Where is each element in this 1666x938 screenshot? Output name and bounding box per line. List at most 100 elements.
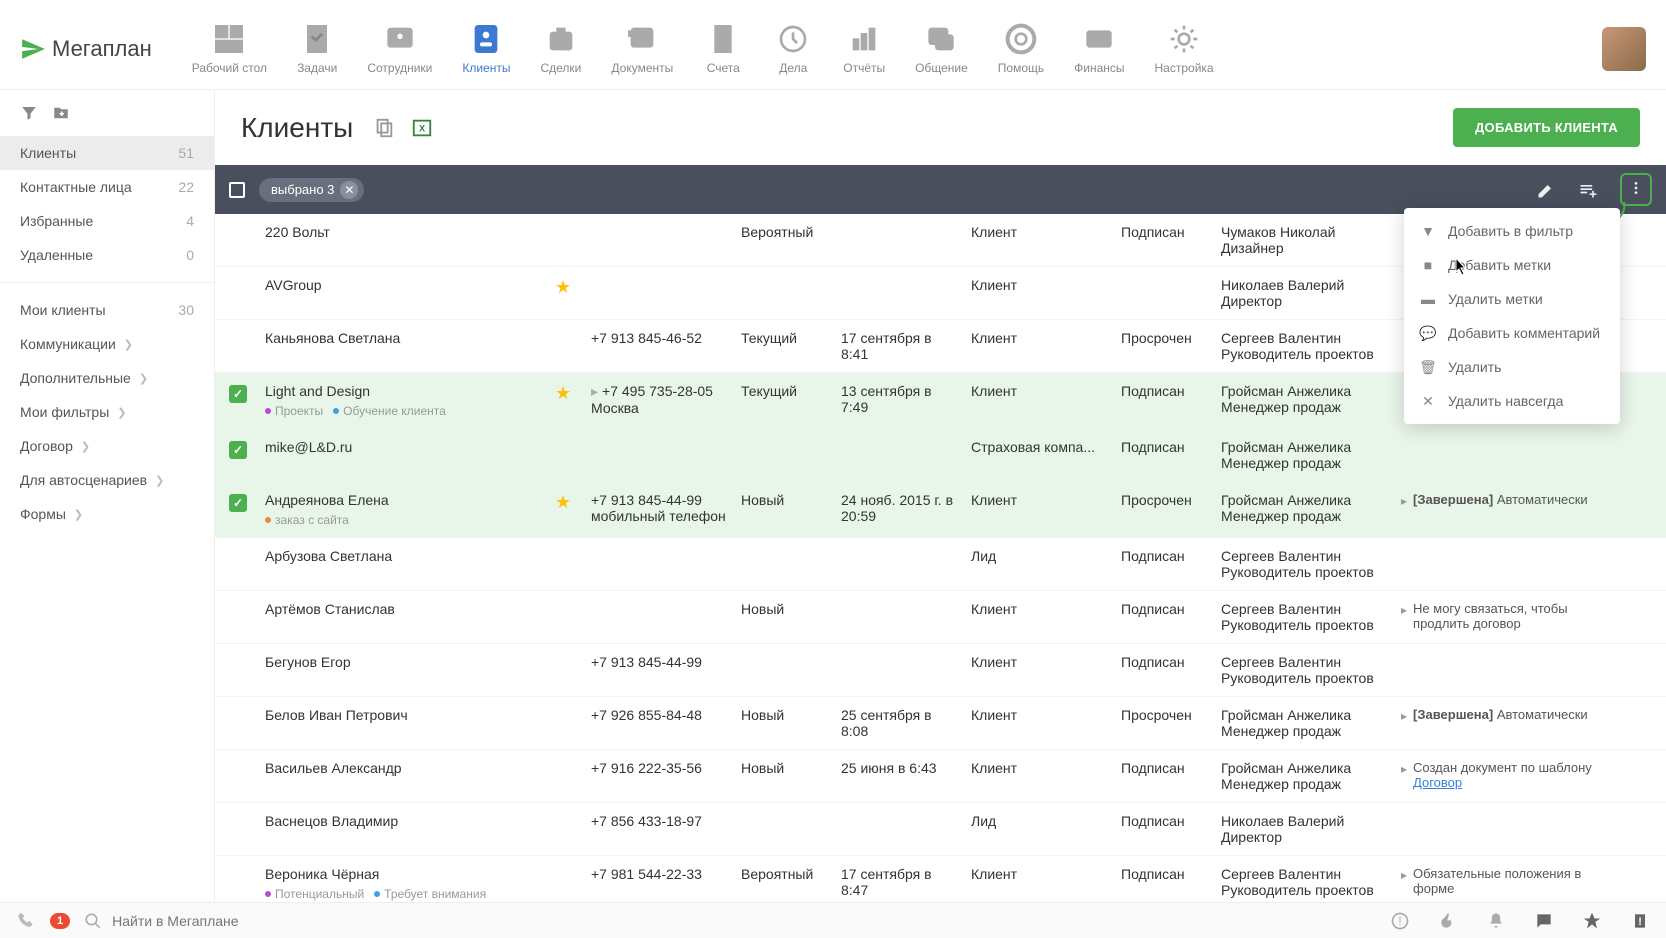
- nav-Клиенты[interactable]: Клиенты: [462, 22, 510, 75]
- client-name: Артёмов Станислав: [265, 601, 543, 617]
- more-actions-button[interactable]: [1620, 173, 1652, 206]
- sidebar-group-Формы[interactable]: Формы❯: [0, 497, 214, 531]
- sidebar-group-Коммуникации[interactable]: Коммуникации❯: [0, 327, 214, 361]
- dropdown-untag[interactable]: ▬Удалить метки: [1404, 282, 1620, 316]
- nav-Помощь[interactable]: Помощь: [998, 22, 1044, 75]
- logo[interactable]: Мегаплан: [20, 36, 152, 62]
- dropdown-tag[interactable]: ■Добавить метки: [1404, 248, 1620, 282]
- manager: Сергеев Валентин: [1221, 601, 1389, 617]
- table-row[interactable]: Артёмов СтаниславНовыйКлиентПодписанСерг…: [215, 591, 1666, 644]
- status: Вероятный: [735, 864, 835, 884]
- dropdown-x[interactable]: ✕Удалить навсегда: [1404, 384, 1620, 418]
- bell-icon[interactable]: [1486, 911, 1506, 931]
- tag: Требует внимания: [374, 887, 486, 901]
- nav-Счета[interactable]: Счета: [703, 22, 743, 75]
- status: [735, 546, 835, 550]
- chevron-right-icon: ▸: [1401, 762, 1407, 776]
- phone: +7 495 735-28-05: [602, 383, 713, 399]
- dropdown-comment[interactable]: 💬Добавить комментарий: [1404, 316, 1620, 350]
- chat-icon[interactable]: [1534, 911, 1554, 931]
- manager: Гройсман Анжелика: [1221, 760, 1389, 776]
- phone: +7 913 845-44-99: [591, 654, 702, 670]
- tag: заказ с сайта: [265, 513, 349, 527]
- row-checkbox[interactable]: [229, 385, 247, 403]
- row-checkbox[interactable]: [229, 441, 247, 459]
- row-checkbox[interactable]: [229, 494, 247, 512]
- sidebar-item-Клиенты[interactable]: Клиенты51: [0, 136, 214, 170]
- dropdown-filter[interactable]: ▼Добавить в фильтр: [1404, 214, 1620, 248]
- deal-status: Подписан: [1115, 381, 1215, 401]
- manager: Гройсман Анжелика: [1221, 439, 1389, 455]
- sidebar-my-clients[interactable]: Мои клиенты 30: [0, 293, 214, 327]
- client-name: Андреянова Елена: [265, 492, 543, 508]
- nav-Задачи[interactable]: Задачи: [297, 22, 337, 75]
- star-icon[interactable]: ★: [555, 277, 571, 297]
- date: [835, 599, 965, 603]
- star-icon[interactable]: ★: [555, 492, 571, 512]
- client-name: Вероника Чёрная: [265, 866, 543, 882]
- nav-Финансы[interactable]: Финансы: [1074, 22, 1124, 75]
- global-search[interactable]: [84, 912, 1362, 930]
- clear-selection-icon[interactable]: ✕: [340, 181, 358, 199]
- status: Новый: [735, 705, 835, 725]
- excel-export-icon[interactable]: X: [411, 117, 433, 139]
- nav-Документы[interactable]: Документы: [611, 22, 673, 75]
- deal-status: Подписан: [1115, 811, 1215, 831]
- search-input[interactable]: [112, 913, 412, 929]
- star-icon[interactable]: [1582, 911, 1602, 931]
- nav-icon: [921, 22, 961, 56]
- deal-status: Подписан: [1115, 222, 1215, 242]
- phone: +7 916 222-35-56: [591, 760, 702, 776]
- table-row[interactable]: Вероника Чёрная Потенциальный Требует вним…: [215, 856, 1666, 902]
- sidebar-item-Избранные[interactable]: Избранные4: [0, 204, 214, 238]
- chevron-right-icon: ❯: [139, 372, 148, 385]
- table-row[interactable]: Васнецов Владимир+7 856 433-18-97ЛидПодп…: [215, 803, 1666, 856]
- flame-icon[interactable]: [1438, 911, 1458, 931]
- deal-status: Подписан: [1115, 652, 1215, 672]
- sidebar-group-Мои фильтры[interactable]: Мои фильтры❯: [0, 395, 214, 429]
- nav-icon: [622, 22, 662, 56]
- sidebar-group-Дополнительные[interactable]: Дополнительные❯: [0, 361, 214, 395]
- expand-icon[interactable]: ▸: [591, 383, 598, 399]
- alert-icon[interactable]: !: [1630, 911, 1650, 931]
- sidebar-item-Контактные лица[interactable]: Контактные лица22: [0, 170, 214, 204]
- table-row[interactable]: Бегунов Егор+7 913 845-44-99КлиентПодпис…: [215, 644, 1666, 697]
- add-client-button[interactable]: ДОБАВИТЬ КЛИЕНТА: [1453, 108, 1640, 147]
- client-name: Белов Иван Петрович: [265, 707, 543, 723]
- search-icon: [84, 912, 102, 930]
- nav-Сотрудники[interactable]: Сотрудники: [367, 22, 432, 75]
- dropdown-trash[interactable]: 🗑Удалить: [1404, 350, 1620, 384]
- nav-Сделки[interactable]: Сделки: [540, 22, 581, 75]
- date: [835, 546, 965, 550]
- client-name: Light and Design: [265, 383, 543, 399]
- filter-icon[interactable]: [20, 104, 38, 122]
- nav-Дела[interactable]: Дела: [773, 22, 813, 75]
- user-avatar[interactable]: [1602, 27, 1646, 71]
- star-icon[interactable]: ★: [555, 383, 571, 403]
- table-row[interactable]: Андреянова Еленазаказ с сайта★+7 913 845…: [215, 482, 1666, 538]
- edit-icon[interactable]: [1536, 180, 1556, 200]
- sidebar-item-Удаленные[interactable]: Удаленные0: [0, 238, 214, 272]
- manager-role: Менеджер продаж: [1221, 723, 1389, 739]
- note-link[interactable]: Договор: [1413, 775, 1462, 790]
- sidebar-group-Для автосценариев[interactable]: Для автосценариев❯: [0, 463, 214, 497]
- phone-icon[interactable]: [16, 911, 36, 931]
- copy-icon[interactable]: [373, 117, 395, 139]
- table-row[interactable]: Арбузова СветланаЛидПодписанСергеев Вале…: [215, 538, 1666, 591]
- table-row[interactable]: mike@L&D.ruСтраховая компа...ПодписанГро…: [215, 429, 1666, 482]
- nav-Отчёты[interactable]: Отчёты: [843, 22, 885, 75]
- nav-icon: [1164, 22, 1204, 56]
- nav-Общение[interactable]: Общение: [915, 22, 968, 75]
- select-all-checkbox[interactable]: [229, 182, 245, 198]
- playlist-add-icon[interactable]: [1578, 180, 1598, 200]
- sidebar-group-Договор[interactable]: Договор❯: [0, 429, 214, 463]
- nav-Рабочий стол[interactable]: Рабочий стол: [192, 22, 267, 75]
- info-icon[interactable]: !: [1390, 911, 1410, 931]
- nav-Настройка[interactable]: Настройка: [1155, 22, 1214, 75]
- add-folder-icon[interactable]: [52, 104, 70, 122]
- table-row[interactable]: Белов Иван Петрович+7 926 855-84-48Новый…: [215, 697, 1666, 750]
- tag: Потенциальный: [265, 887, 364, 901]
- table-row[interactable]: Васильев Александр+7 916 222-35-56Новый2…: [215, 750, 1666, 803]
- comment-icon: 💬: [1420, 325, 1436, 341]
- client-name: AVGroup: [265, 277, 543, 293]
